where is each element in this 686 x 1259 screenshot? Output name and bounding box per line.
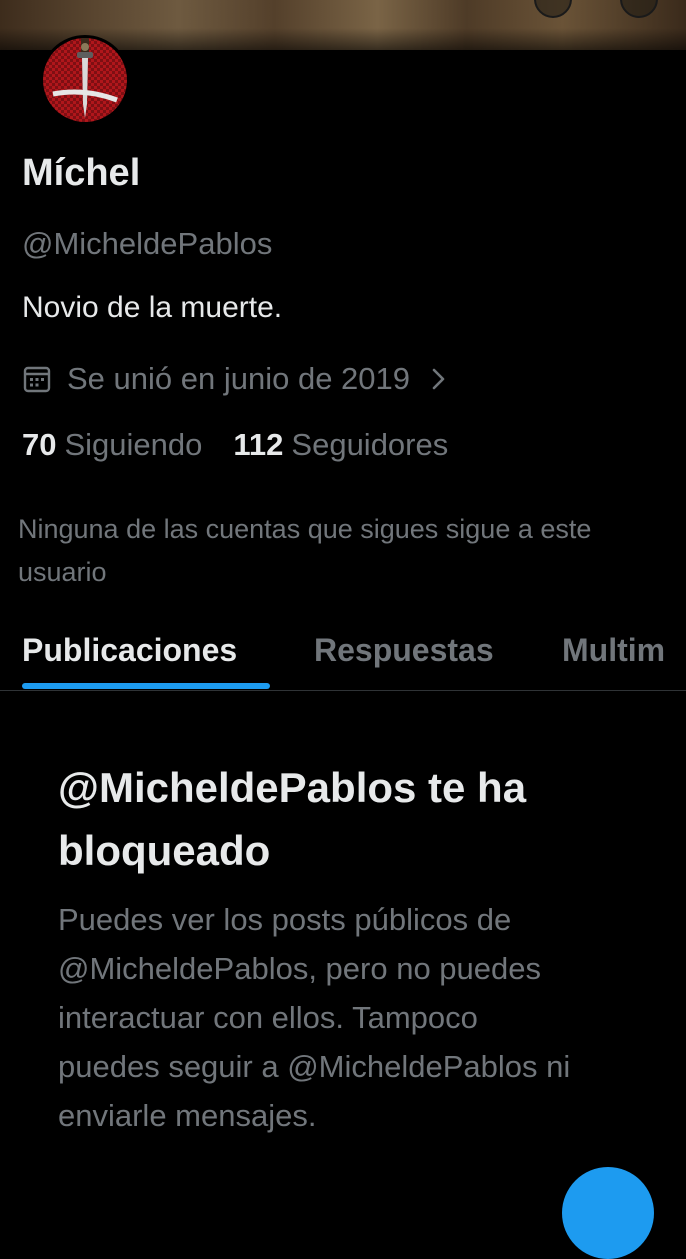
mutual-followers-note: Ninguna de las cuentas que sigues sigue … (18, 514, 592, 587)
blocked-description: Puedes ver los posts públicos de @Michel… (58, 902, 571, 1133)
blocked-title: @MicheldePablos te ha bloqueado (58, 764, 527, 874)
joined-date-row[interactable]: Se unió en junio de 2019 (22, 359, 450, 399)
profile-name: Míchel (22, 152, 141, 194)
avatar[interactable] (40, 35, 130, 125)
followers-label: Seguidores (291, 427, 449, 462)
followers-count: 112 (233, 427, 284, 462)
followers-link[interactable]: 112 Seguidores (233, 427, 448, 463)
banner-overlay-button[interactable] (534, 0, 572, 18)
chevron-right-icon[interactable] (428, 364, 450, 394)
following-link[interactable]: 70 Siguiendo (22, 427, 202, 463)
tab-respuestas[interactable]: Respuestas (314, 632, 494, 669)
banner-overlay-button[interactable] (620, 0, 658, 18)
profile-bio: Novio de la muerte. (22, 291, 283, 324)
compose-button[interactable] (562, 1167, 654, 1259)
active-tab-indicator (22, 683, 270, 689)
tab-publicaciones[interactable]: Publicaciones (22, 632, 237, 669)
tab-multimedia[interactable]: Multim (562, 632, 665, 669)
profile-tabs: Publicaciones Respuestas Multim (0, 620, 686, 691)
following-count: 70 (22, 427, 57, 462)
joined-date: Se unió en junio de 2019 (67, 361, 411, 396)
avatar-image (43, 38, 127, 122)
profile-handle: @MicheldePablos (22, 226, 273, 261)
calendar-icon (22, 364, 52, 394)
following-label: Siguiendo (64, 427, 203, 462)
follow-stats: 70 Siguiendo 112 Seguidores (22, 427, 448, 463)
